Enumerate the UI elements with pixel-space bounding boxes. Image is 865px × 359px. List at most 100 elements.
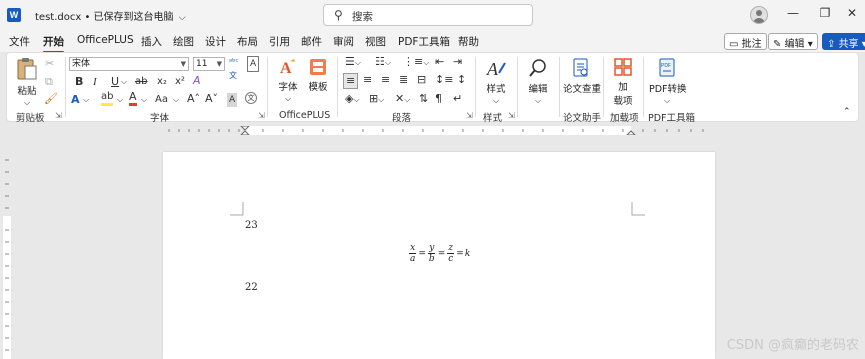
borders-icon[interactable]: ⊞⌵ bbox=[369, 92, 384, 107]
chevron-down-icon[interactable]: ⌵ bbox=[117, 93, 123, 107]
underline-button[interactable]: U bbox=[111, 75, 119, 89]
line-spacing-icon[interactable]: ↕≡ bbox=[435, 73, 453, 87]
tab-view[interactable]: 视图 bbox=[365, 34, 386, 49]
pdf-convert-button[interactable]: PDF PDF转换 ⌵ bbox=[649, 57, 687, 106]
grow-font-button[interactable]: A˄ bbox=[187, 92, 200, 106]
justify-icon[interactable]: ≣ bbox=[399, 73, 408, 87]
restore-button[interactable]: ❐ bbox=[815, 6, 835, 20]
chevron-down-icon[interactable]: ⌵ bbox=[141, 93, 147, 107]
chevron-down-icon[interactable]: ⌵ bbox=[121, 75, 127, 89]
italic-button[interactable]: I bbox=[93, 75, 97, 89]
phonetic-guide-icon[interactable]: ᵃᵇᶜ 文 bbox=[229, 55, 239, 83]
numbering-icon[interactable]: ☷⌵ bbox=[375, 55, 391, 70]
document-title[interactable]: test.docx • 已保存到这台电脑 ⌵ bbox=[35, 8, 186, 23]
styles-launcher-icon[interactable]: ⇲ bbox=[508, 111, 515, 120]
paste-button[interactable]: 粘贴 ⌵ bbox=[13, 57, 41, 108]
superscript-button[interactable]: x² bbox=[175, 75, 185, 89]
group-label-addins: 加载项 bbox=[610, 113, 639, 124]
word-logo-icon: W bbox=[7, 8, 21, 22]
vertical-ruler[interactable] bbox=[3, 150, 11, 359]
distributed-icon[interactable]: ⊟ bbox=[417, 73, 426, 87]
subscript-button[interactable]: x₂ bbox=[157, 75, 167, 89]
styles-button[interactable]: A 样式 ⌵ bbox=[481, 57, 511, 106]
collapse-ribbon-icon[interactable]: ⌃ bbox=[843, 105, 851, 119]
addins-button[interactable]: 加载项 bbox=[610, 57, 636, 107]
editing-mode-button[interactable]: ✎ 编辑 ▾ bbox=[768, 33, 818, 50]
sort-icon[interactable]: ↕ bbox=[457, 73, 466, 87]
tab-help[interactable]: 帮助 bbox=[458, 34, 479, 49]
text-effects-icon[interactable]: A bbox=[71, 93, 80, 107]
template-icon bbox=[310, 59, 326, 75]
char-shading-icon[interactable]: A bbox=[227, 93, 238, 107]
document-paragraph[interactable]: 22 bbox=[245, 282, 258, 293]
tab-home[interactable]: 开始 bbox=[43, 34, 64, 53]
tab-file[interactable]: 文件 bbox=[9, 34, 30, 49]
group-label-clipboard: 剪贴板 bbox=[16, 113, 45, 124]
multilevel-list-icon[interactable]: ⋮≡⌵ bbox=[403, 55, 429, 70]
share-button[interactable]: ⇪ 共享 ▾ bbox=[822, 33, 865, 50]
group-label-pdf-toolbox: PDF工具箱 bbox=[648, 113, 696, 124]
change-case-button[interactable]: Aa bbox=[155, 93, 168, 107]
tab-layout[interactable]: 布局 bbox=[237, 34, 258, 49]
minimize-button[interactable]: — bbox=[783, 6, 803, 20]
user-avatar-icon[interactable] bbox=[750, 6, 768, 24]
officeplus-font-button[interactable]: A 字体 ⌵ bbox=[275, 57, 301, 104]
document-page[interactable]: 23 x a = y b = z c = k 22 bbox=[163, 152, 715, 359]
align-right-icon[interactable]: ≡ bbox=[381, 73, 390, 87]
equation[interactable]: x a = y b = z c = k bbox=[408, 243, 470, 264]
chevron-down-icon[interactable]: ⌵ bbox=[173, 93, 179, 107]
format-painter-icon[interactable]: 🖌 bbox=[44, 92, 58, 106]
tab-draw[interactable]: 绘图 bbox=[173, 34, 194, 49]
clear-formatting-icon[interactable]: A bbox=[193, 74, 201, 88]
strikethrough-button[interactable]: ab bbox=[135, 75, 147, 89]
comments-button[interactable]: ▭ 批注 bbox=[724, 33, 767, 50]
font-launcher-icon[interactable]: ⇲ bbox=[258, 111, 265, 120]
tab-officeplus[interactable]: OfficePLUS bbox=[77, 34, 134, 46]
divider bbox=[337, 57, 338, 117]
fraction: y b bbox=[428, 243, 436, 264]
editing-button[interactable]: 编辑 ⌵ bbox=[523, 57, 553, 106]
text-direction-icon[interactable]: ↵ bbox=[453, 92, 462, 106]
tab-references[interactable]: 引用 bbox=[269, 34, 290, 49]
ribbon-tabs: 文件 开始 OfficePLUS 插入 绘图 设计 布局 引用 邮件 审阅 视图… bbox=[0, 30, 865, 53]
styles-icon: A bbox=[486, 59, 506, 79]
tab-design[interactable]: 设计 bbox=[205, 34, 226, 49]
officeplus-template-button[interactable]: 模板 bbox=[305, 57, 331, 93]
font-name-select[interactable]: 宋体 ▼ bbox=[69, 57, 189, 71]
clipboard-launcher-icon[interactable]: ⇲ bbox=[55, 111, 62, 120]
shrink-font-button[interactable]: A˅ bbox=[205, 92, 218, 106]
bold-button[interactable]: B bbox=[75, 75, 83, 89]
increase-indent-icon[interactable]: ⇥ bbox=[453, 55, 462, 69]
bullets-icon[interactable]: ☰⌵ bbox=[345, 55, 361, 70]
svg-text:A: A bbox=[280, 60, 292, 77]
chevron-down-icon[interactable]: ⌵ bbox=[83, 93, 89, 107]
font-size-select[interactable]: 11 ▼ bbox=[193, 57, 225, 71]
cut-icon[interactable]: ✂ bbox=[45, 57, 54, 71]
copy-icon[interactable]: ⧉ bbox=[45, 75, 53, 89]
tab-pdf-toolbox[interactable]: PDF工具箱 bbox=[398, 34, 450, 49]
shading-icon[interactable]: ◈⌵ bbox=[345, 92, 360, 107]
decrease-indent-icon[interactable]: ⇤ bbox=[435, 55, 444, 69]
show-marks-icon[interactable]: ¶ bbox=[435, 92, 442, 106]
chinese-layout-icon[interactable]: ✕⌵ bbox=[395, 92, 410, 107]
search-placeholder: 搜索 bbox=[352, 11, 373, 23]
paragraph-launcher-icon[interactable]: ⇲ bbox=[466, 111, 473, 120]
align-left-icon[interactable]: ≡ bbox=[343, 73, 359, 89]
chevron-down-icon: ▼ bbox=[180, 60, 186, 68]
font-color-icon[interactable]: A bbox=[129, 91, 137, 106]
horizontal-ruler[interactable] bbox=[163, 126, 715, 135]
fraction: z c bbox=[447, 243, 455, 264]
close-button[interactable]: ✕ bbox=[842, 6, 862, 20]
document-paragraph[interactable]: 23 bbox=[245, 220, 258, 231]
document-name: test.docx bbox=[35, 12, 82, 23]
tab-review[interactable]: 审阅 bbox=[333, 34, 354, 49]
align-center-icon[interactable]: ≡ bbox=[363, 73, 372, 87]
paper-check-button[interactable]: 论文查重 bbox=[563, 57, 601, 95]
search-box[interactable]: ⚲ 搜索 bbox=[323, 4, 533, 26]
char-border-icon[interactable]: A bbox=[247, 56, 260, 72]
sort-az-icon[interactable]: ⇅ bbox=[419, 92, 428, 106]
highlight-color-icon[interactable]: ab bbox=[101, 91, 114, 106]
enclose-char-icon[interactable]: 文 bbox=[245, 92, 257, 104]
tab-mailings[interactable]: 邮件 bbox=[301, 34, 322, 49]
tab-insert[interactable]: 插入 bbox=[141, 34, 162, 49]
